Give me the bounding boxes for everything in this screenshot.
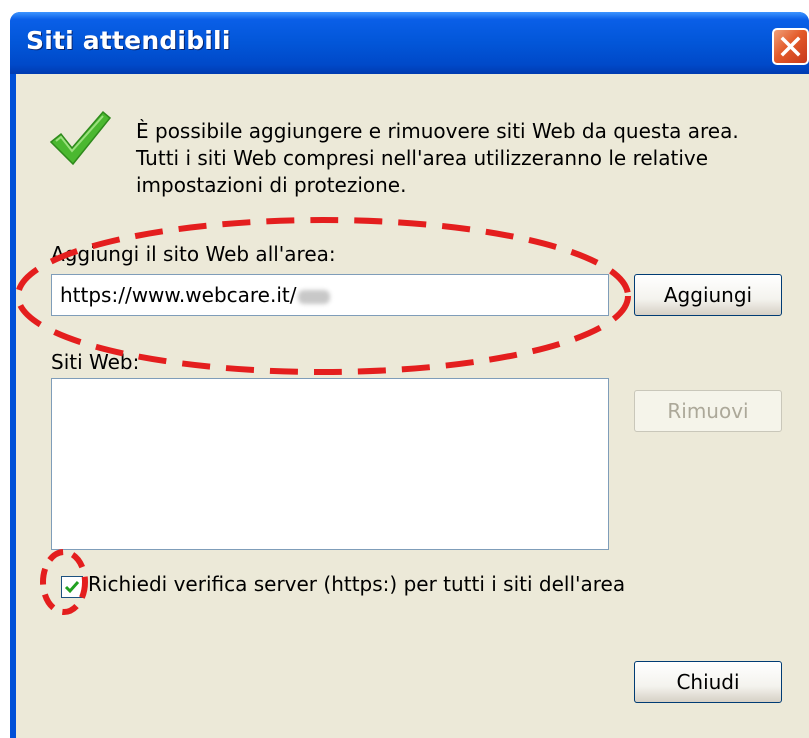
- add-button[interactable]: Aggiungi: [634, 274, 782, 316]
- title-bar[interactable]: Siti attendibili: [10, 12, 809, 74]
- checkmark-icon: [64, 581, 80, 594]
- close-button[interactable]: Chiudi: [634, 661, 782, 703]
- url-input[interactable]: https://www.webcare.it/: [51, 274, 609, 316]
- sites-list[interactable]: [51, 378, 609, 550]
- dialog-body: È possibile aggiungere e rimuovere siti …: [16, 74, 809, 738]
- checkbox-label[interactable]: Richiedi verifica server (https:) per tu…: [88, 572, 625, 596]
- remove-button[interactable]: Rimuovi: [634, 390, 782, 432]
- add-site-label: Aggiungi il sito Web all'area:: [51, 242, 336, 266]
- green-check-icon: [49, 110, 112, 166]
- info-text: È possibile aggiungere e rimuovere siti …: [136, 119, 739, 197]
- close-icon: [780, 36, 801, 57]
- url-value: https://www.webcare.it/: [60, 283, 297, 307]
- require-https-checkbox[interactable]: [61, 576, 83, 598]
- title-close-button[interactable]: [772, 28, 809, 65]
- sites-label: Siti Web:: [51, 350, 140, 374]
- redacted-text: [298, 289, 331, 304]
- dialog-window: Siti attendibili È possibile aggiungere …: [10, 12, 809, 738]
- dialog-title: Siti attendibili: [26, 26, 231, 55]
